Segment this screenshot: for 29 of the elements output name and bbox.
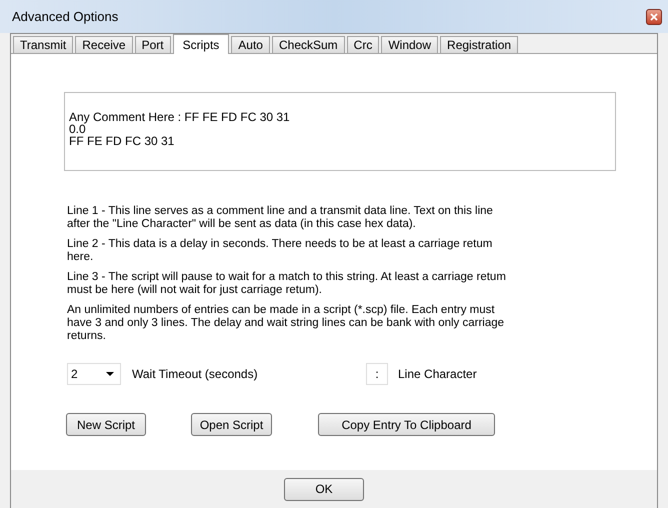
tab[interactable]: Receive [75, 36, 133, 53]
help-text: An unlimited numbers of entries can be made in a script (*.scp) file. Each entry must have 3 and only 3 lines. The delay and wait string lines can be bank with only carriage returns. [67, 304, 506, 343]
tab[interactable]: Auto [231, 36, 270, 53]
line-character-field[interactable]: : [366, 363, 388, 385]
tab[interactable]: Registration [440, 36, 518, 53]
wait-timeout-label: Wait Timeout (seconds) [132, 367, 259, 381]
window-title: Advanced Options [12, 9, 118, 24]
wait-timeout-dropdown[interactable]: 2 [67, 363, 121, 385]
script-button[interactable]: Copy Entry To Clipboard [318, 413, 495, 436]
script-line: 0.0 [69, 123, 86, 135]
tab[interactable]: Scripts [172, 34, 230, 54]
ok-button[interactable]: OK [284, 478, 364, 500]
tab[interactable]: CheckSum [272, 36, 345, 53]
script-button[interactable]: Open Script [191, 413, 272, 436]
tab[interactable]: Transmit [13, 36, 74, 53]
dropdown-arrow-icon [106, 372, 114, 376]
help-text: Line 3 - The script will pause to wait for a match to this string. At least a carriage retum must be here (will not wait for just carriage retum). [67, 271, 507, 297]
close-icon [650, 12, 658, 20]
tab[interactable]: Crc [346, 36, 380, 53]
tab[interactable]: Window [381, 36, 438, 53]
line-character-label: Line Character [398, 367, 477, 381]
script-line: Any Comment Here : FF FE FD FC 30 31 [69, 111, 291, 123]
script-text-area[interactable]: Any Comment Here : FF FE FD FC 30 31 0.0 FF FE FD FC 30 31 [64, 92, 616, 171]
close-button[interactable] [646, 8, 662, 24]
help-text: Line 1 - This line serves as a comment line and a transmit data line. Text on this line after the "Line Character" will be sent as data (in this case hex data). [67, 205, 494, 231]
help-text: Line 2 - This data is a delay in seconds. There needs to be at least a carriage retum here. [67, 238, 494, 264]
script-line: FF FE FD FC 30 31 [69, 135, 176, 147]
script-button[interactable]: New Script [66, 413, 146, 436]
tab[interactable]: Port [134, 36, 171, 53]
